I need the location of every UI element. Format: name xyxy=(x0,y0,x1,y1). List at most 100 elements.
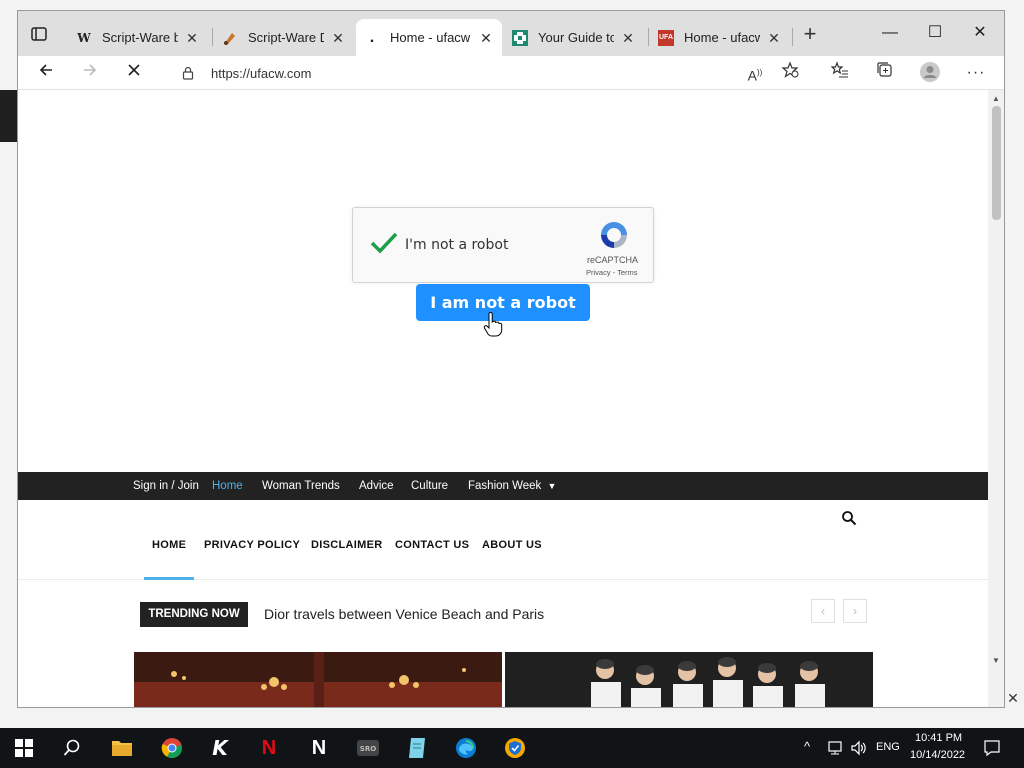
grid-favicon-icon xyxy=(512,29,528,46)
forward-button[interactable] xyxy=(78,61,102,85)
tab-title: Script-Ware be xyxy=(102,30,178,45)
favorites-icon[interactable] xyxy=(828,61,852,85)
language-indicator[interactable]: ENG xyxy=(876,741,900,753)
sign-in-link[interactable]: Sign in / Join xyxy=(133,472,199,500)
active-menu-underline xyxy=(144,577,194,580)
address-bar-row: https://ufacw.com A)) ··· xyxy=(18,56,1004,90)
tab-script-ware-1[interactable]: W Script-Ware be ✕ xyxy=(68,19,208,56)
trending-section: TRENDING NOW Dior travels between Venice… xyxy=(18,587,988,707)
nav-fashion-week-label: Fashion Week xyxy=(468,480,542,492)
edge-browser-icon[interactable] xyxy=(454,736,478,760)
browser-window: W Script-Ware be ✕ Script-Ware DC ✕ . Ho… xyxy=(17,10,1005,708)
chevron-down-icon: ▼ xyxy=(547,481,557,491)
new-tab-button[interactable]: + xyxy=(800,23,820,45)
minimize-button[interactable]: — xyxy=(878,21,902,45)
wiki-favicon-icon: W xyxy=(77,30,91,45)
hand-cursor-icon xyxy=(483,312,503,337)
lock-icon[interactable] xyxy=(181,66,195,80)
show-hidden-icons-chevron-icon[interactable]: ^ xyxy=(804,739,810,754)
recaptcha-brand: reCAPTCHA xyxy=(587,255,639,265)
search-icon[interactable] xyxy=(841,510,857,526)
clock-time[interactable]: 10:41 PM xyxy=(915,732,962,744)
menu-disclaimer[interactable]: DISCLAIMER xyxy=(311,539,382,551)
read-aloud-icon[interactable]: A)) xyxy=(743,61,767,85)
back-button[interactable] xyxy=(34,61,58,85)
nav-culture-link[interactable]: Culture xyxy=(411,472,448,500)
tab-close-icon[interactable]: ✕ xyxy=(620,30,636,46)
tab-title: Your Guide to xyxy=(538,30,614,45)
nav-fashion-week-link[interactable]: Fashion Week ▼ xyxy=(468,472,556,500)
tab-close-icon[interactable]: ✕ xyxy=(184,30,200,46)
nav-home-link[interactable]: Home xyxy=(212,472,243,500)
trending-headline[interactable]: Dior travels between Venice Beach and Pa… xyxy=(264,606,544,622)
n-app-icon[interactable]: N xyxy=(307,736,331,760)
network-icon[interactable] xyxy=(824,736,848,760)
trending-badge: TRENDING NOW xyxy=(140,602,248,627)
stop-loading-button[interactable] xyxy=(122,61,146,85)
clock-date[interactable]: 10/14/2022 xyxy=(910,749,965,761)
nav-woman-trends-link[interactable]: Woman Trends xyxy=(262,472,340,500)
notifications-icon[interactable] xyxy=(980,736,1004,760)
file-explorer-icon[interactable] xyxy=(110,736,134,760)
tab-title: Home - ufacw xyxy=(390,30,471,45)
tab-home-ufacw-active[interactable]: . Home - ufacw ✕ xyxy=(356,19,502,56)
captcha-label: I'm not a robot xyxy=(405,237,509,253)
tab-home-ufacw-2[interactable]: UFA Home - ufacw ✕ xyxy=(650,19,790,56)
tab-title: Home - ufacw xyxy=(684,30,760,45)
tab-actions-icon[interactable] xyxy=(30,25,48,43)
menu-contact-us[interactable]: CONTACT US xyxy=(395,539,469,551)
brush-favicon-icon xyxy=(222,30,238,46)
recaptcha-terms-link[interactable]: Privacy - Terms xyxy=(586,268,638,277)
collections-icon[interactable] xyxy=(873,61,897,85)
notepad-app-icon[interactable] xyxy=(405,736,429,760)
article-thumbnail-group-photo[interactable] xyxy=(505,652,873,707)
background-close-icon[interactable]: ✕ xyxy=(1003,690,1023,710)
more-options-icon[interactable]: ··· xyxy=(964,61,988,85)
trending-prev-button[interactable]: ‹ xyxy=(811,599,835,623)
article-thumbnail-ballroom[interactable] xyxy=(134,652,502,707)
scroll-down-arrow-icon[interactable]: ▼ xyxy=(991,656,1001,666)
main-navigation: HOME PRIVACY POLICY DISCLAIMER CONTACT U… xyxy=(18,500,988,580)
loading-dot-icon: . xyxy=(369,28,375,46)
add-favorite-icon[interactable] xyxy=(778,61,802,85)
windows-taskbar: K N N SRO ^ ENG 10:41 PM 10/14/2022 xyxy=(0,728,1024,768)
start-windows-icon[interactable] xyxy=(12,736,36,760)
scroll-up-arrow-icon[interactable]: ▲ xyxy=(991,94,1001,104)
tab-separator xyxy=(792,28,793,46)
nav-advice-link[interactable]: Advice xyxy=(359,472,394,500)
tab-title: Script-Ware DC xyxy=(248,30,324,45)
close-window-button[interactable]: ✕ xyxy=(968,21,992,45)
recaptcha-widget[interactable]: I'm not a robot reCAPTCHA Privacy - Term… xyxy=(352,207,654,283)
tab-close-icon[interactable]: ✕ xyxy=(478,30,494,46)
menu-about-us[interactable]: ABOUT US xyxy=(482,539,542,551)
tab-close-icon[interactable]: ✕ xyxy=(330,30,346,46)
menu-home[interactable]: HOME xyxy=(152,539,186,551)
recaptcha-logo-icon xyxy=(601,222,627,248)
scroll-thumb[interactable] xyxy=(992,106,1001,220)
maximize-button[interactable]: ☐ xyxy=(923,21,947,45)
tab-separator xyxy=(212,28,213,46)
checkmark-icon[interactable] xyxy=(369,228,399,258)
tab-separator xyxy=(648,28,649,46)
game-app-icon[interactable]: SRO xyxy=(356,736,380,760)
not-a-robot-button[interactable]: I am not a robot xyxy=(416,284,590,321)
search-taskbar-icon[interactable] xyxy=(60,736,84,760)
volume-icon[interactable] xyxy=(847,736,871,760)
trending-next-button[interactable]: › xyxy=(843,599,867,623)
page-scrollbar[interactable]: ▲ ▼ xyxy=(988,90,1004,707)
netflix-icon[interactable]: N xyxy=(257,736,281,760)
tab-your-guide[interactable]: Your Guide to ✕ xyxy=(504,19,644,56)
profile-avatar-icon[interactable] xyxy=(918,61,942,85)
menu-privacy-policy[interactable]: PRIVACY POLICY xyxy=(204,539,300,551)
tab-script-ware-2[interactable]: Script-Ware DC ✕ xyxy=(214,19,354,56)
k-app-icon[interactable]: K xyxy=(208,736,232,760)
tab-close-icon[interactable]: ✕ xyxy=(766,30,782,46)
url-text: https://ufacw.com xyxy=(211,65,312,81)
chrome-icon[interactable] xyxy=(160,736,184,760)
top-navigation-bar: Sign in / Join Home Woman Trends Advice … xyxy=(18,472,988,500)
vpn-shield-icon[interactable] xyxy=(503,736,527,760)
tab-bar: W Script-Ware be ✕ Script-Ware DC ✕ . Ho… xyxy=(18,11,1004,56)
address-field[interactable]: https://ufacw.com xyxy=(163,59,803,87)
background-window-strip xyxy=(0,90,18,142)
ufa-favicon-icon: UFA xyxy=(658,29,674,46)
